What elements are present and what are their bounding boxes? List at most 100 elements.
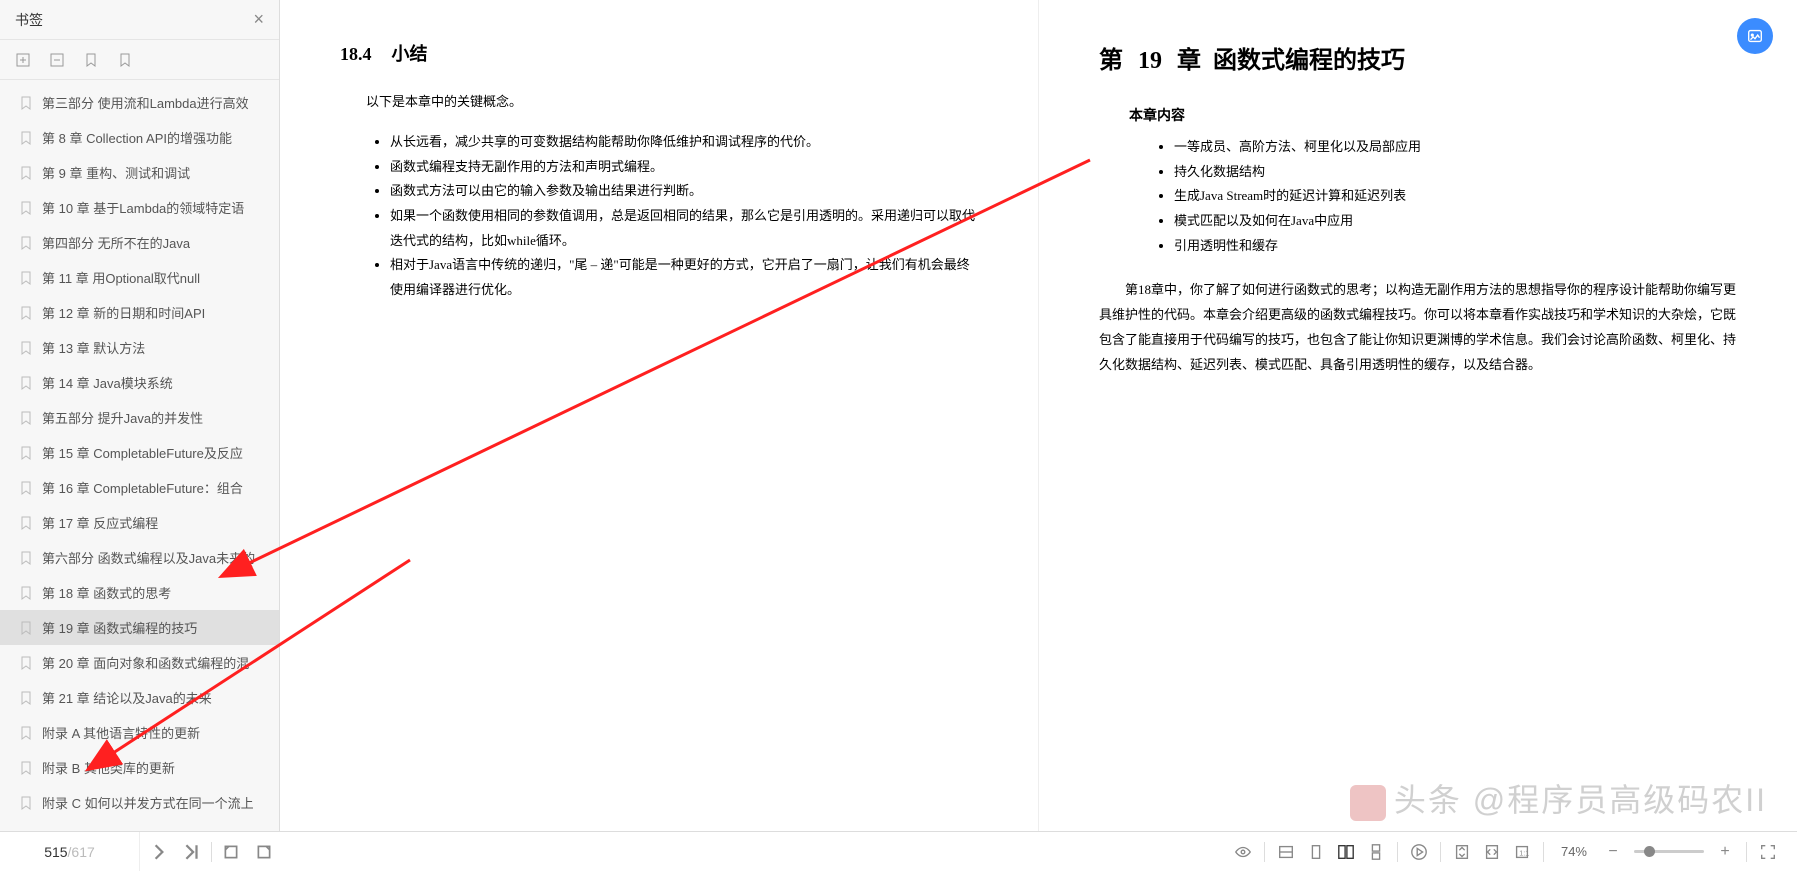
content-item: 持久化数据结构	[1174, 160, 1737, 185]
bookmark-item[interactable]: 第 15 章 CompletableFuture及反应	[0, 435, 279, 470]
content-item: 引用透明性和缓存	[1174, 234, 1737, 259]
section-heading: 18.4 小结	[340, 40, 978, 66]
bookmark-label: 第 20 章 面向对象和函数式编程的混	[42, 653, 249, 672]
bullet-item: 从长远看，减少共享的可变数据结构能帮助你降低维护和调试程序的代价。	[390, 130, 978, 155]
bookmark-item[interactable]: 第 19 章 函数式编程的技巧	[0, 610, 279, 645]
continuous-icon[interactable]	[1367, 843, 1385, 861]
bookmark-label: 第 8 章 Collection API的增强功能	[42, 128, 232, 147]
expand-icon[interactable]	[15, 52, 31, 68]
bullet-item: 相对于Java语言中传统的递归，"尾 – 递"可能是一种更好的方式，它开启了一扇…	[390, 253, 978, 302]
summary-bullets: 从长远看，减少共享的可变数据结构能帮助你降低维护和调试程序的代价。函数式编程支持…	[340, 130, 978, 303]
close-icon[interactable]: ×	[253, 9, 264, 30]
chapter-content-list: 一等成员、高阶方法、柯里化以及局部应用持久化数据结构生成Java Stream时…	[1099, 135, 1737, 258]
section-number: 18.4	[340, 44, 372, 64]
bookmark-label: 第 18 章 函数式的思考	[42, 583, 171, 602]
single-page-icon[interactable]	[1307, 843, 1325, 861]
bookmark-item[interactable]: 第六部分 函数式编程以及Java未来的	[0, 540, 279, 575]
fit-visible-icon[interactable]	[1483, 843, 1501, 861]
view-mode-buttons	[212, 832, 283, 871]
bookmark-item[interactable]: 第四部分 无所不在的Java	[0, 225, 279, 260]
bookmark-item[interactable]: 第 12 章 新的日期和时间API	[0, 295, 279, 330]
bookmark-item[interactable]: 第 11 章 用Optional取代null	[0, 260, 279, 295]
toolbar-divider	[1264, 842, 1265, 862]
toolbar-divider	[1397, 842, 1398, 862]
collapse-icon[interactable]	[49, 52, 65, 68]
page-nav-buttons	[140, 832, 211, 871]
rotate-left-icon[interactable]	[222, 843, 240, 861]
bookmark-item[interactable]: 第 9 章 重构、测试和调试	[0, 155, 279, 190]
bookmark-item[interactable]: 第 21 章 结论以及Java的未来	[0, 680, 279, 715]
document-content: 18.4小结 以下是本章中的关键概念。 从长远看，减少共享的可变数据结构能帮助你…	[280, 0, 1797, 831]
chapter-number: 19	[1138, 48, 1162, 74]
rotate-right-icon[interactable]	[255, 843, 273, 861]
current-page: 515	[44, 844, 67, 860]
zoom-in-icon[interactable]: +	[1716, 843, 1734, 861]
chapter-title: 第 19 章 函数式编程的技巧	[1099, 40, 1737, 75]
zoom-out-icon[interactable]: −	[1604, 843, 1622, 861]
bookmark-item[interactable]: 第 16 章 CompletableFuture：组合	[0, 470, 279, 505]
sidebar-title: 书签	[15, 10, 43, 30]
page-number-input[interactable]: 515/617	[0, 832, 140, 871]
eye-icon[interactable]	[1234, 843, 1252, 861]
page-right: 第19章 函数式编程的技巧 本章内容 一等成员、高阶方法、柯里化以及局部应用持久…	[1039, 0, 1797, 831]
bookmark-item[interactable]: 第三部分 使用流和Lambda进行高效	[0, 85, 279, 120]
content-item: 模式匹配以及如何在Java中应用	[1174, 209, 1737, 234]
bookmark-label: 第 19 章 函数式编程的技巧	[42, 618, 197, 637]
fullscreen-icon[interactable]	[1759, 843, 1777, 861]
bookmark-item[interactable]: 第 20 章 面向对象和函数式编程的混	[0, 645, 279, 680]
sidebar-toolbar	[0, 40, 279, 80]
bookmark-label: 第 14 章 Java模块系统	[42, 373, 173, 392]
last-page-icon[interactable]	[183, 843, 201, 861]
bookmark-label: 第 9 章 重构、测试和调试	[42, 163, 190, 182]
svg-text:1:1: 1:1	[1519, 848, 1529, 857]
bookmark-outline-icon[interactable]	[83, 52, 99, 68]
bookmarks-list[interactable]: 第三部分 使用流和Lambda进行高效第 8 章 Collection API的…	[0, 80, 279, 871]
bookmark-label: 第三部分 使用流和Lambda进行高效	[42, 93, 249, 112]
bookmark-item[interactable]: 附录 B 其他类库的更新	[0, 750, 279, 785]
bookmark-item[interactable]: 第 8 章 Collection API的增强功能	[0, 120, 279, 155]
bookmark-label: 第 16 章 CompletableFuture：组合	[42, 478, 243, 497]
play-icon[interactable]	[1410, 843, 1428, 861]
page-left: 18.4小结 以下是本章中的关键概念。 从长远看，减少共享的可变数据结构能帮助你…	[280, 0, 1039, 831]
float-action-button[interactable]	[1737, 18, 1773, 54]
bookmark-item[interactable]: 附录 A 其他语言特性的更新	[0, 715, 279, 750]
bullet-item: 函数式编程支持无副作用的方法和声明式编程。	[390, 155, 978, 180]
chapter-prefix: 第	[1099, 48, 1123, 74]
bookmark-label: 第五部分 提升Java的并发性	[42, 408, 203, 427]
chapter-name: 函数式编程的技巧	[1213, 48, 1405, 74]
bookmark-label: 附录 B 其他类库的更新	[42, 758, 175, 777]
bookmark-item[interactable]: 附录 C 如何以并发方式在同一个流上	[0, 785, 279, 820]
chapter-paragraph: 第18章中，你了解了如何进行函数式的思考；以构造无副作用方法的思想指导你的程序设…	[1099, 278, 1737, 377]
zoom-slider[interactable]	[1634, 850, 1704, 853]
bookmark-item[interactable]: 第 17 章 反应式编程	[0, 505, 279, 540]
content-item: 生成Java Stream时的延迟计算和延迟列表	[1174, 184, 1737, 209]
fit-width-icon[interactable]	[1277, 843, 1295, 861]
bullet-item: 如果一个函数使用相同的参数值调用，总是返回相同的结果，那么它是引用透明的。采用递…	[390, 204, 978, 253]
bookmark-item[interactable]: 第 18 章 函数式的思考	[0, 575, 279, 610]
zoom-level[interactable]: 74%	[1561, 844, 1587, 859]
bookmark-label: 第 12 章 新的日期和时间API	[42, 303, 205, 322]
bookmark-label: 第 17 章 反应式编程	[42, 513, 158, 532]
toolbar-divider	[1440, 842, 1441, 862]
bookmark-label: 第六部分 函数式编程以及Java未来的	[42, 548, 255, 567]
bullet-item: 函数式方法可以由它的输入参数及输出结果进行判断。	[390, 179, 978, 204]
bookmark-label: 第 13 章 默认方法	[42, 338, 145, 357]
section-title: 小结	[392, 44, 428, 64]
bookmark-label: 第四部分 无所不在的Java	[42, 233, 190, 252]
bookmark-label: 第 10 章 基于Lambda的领域特定语	[42, 198, 244, 217]
actual-size-icon[interactable]: 1:1	[1513, 843, 1531, 861]
toolbar-divider	[1543, 842, 1544, 862]
right-toolbar: 1:1 74% − +	[1234, 832, 1797, 871]
fit-page-icon[interactable]	[1453, 843, 1471, 861]
total-pages: /617	[68, 844, 95, 860]
chapter-suffix: 章	[1177, 48, 1201, 74]
bookmark-item[interactable]: 第五部分 提升Java的并发性	[0, 400, 279, 435]
bookmark-item[interactable]: 第 14 章 Java模块系统	[0, 365, 279, 400]
bookmark-label: 附录 A 其他语言特性的更新	[42, 723, 200, 742]
two-page-icon[interactable]	[1337, 843, 1355, 861]
bookmark-item[interactable]: 第 10 章 基于Lambda的领域特定语	[0, 190, 279, 225]
next-page-icon[interactable]	[150, 843, 168, 861]
content-item: 一等成员、高阶方法、柯里化以及局部应用	[1174, 135, 1737, 160]
bookmark-item[interactable]: 第 13 章 默认方法	[0, 330, 279, 365]
bookmark-icon[interactable]	[117, 52, 133, 68]
